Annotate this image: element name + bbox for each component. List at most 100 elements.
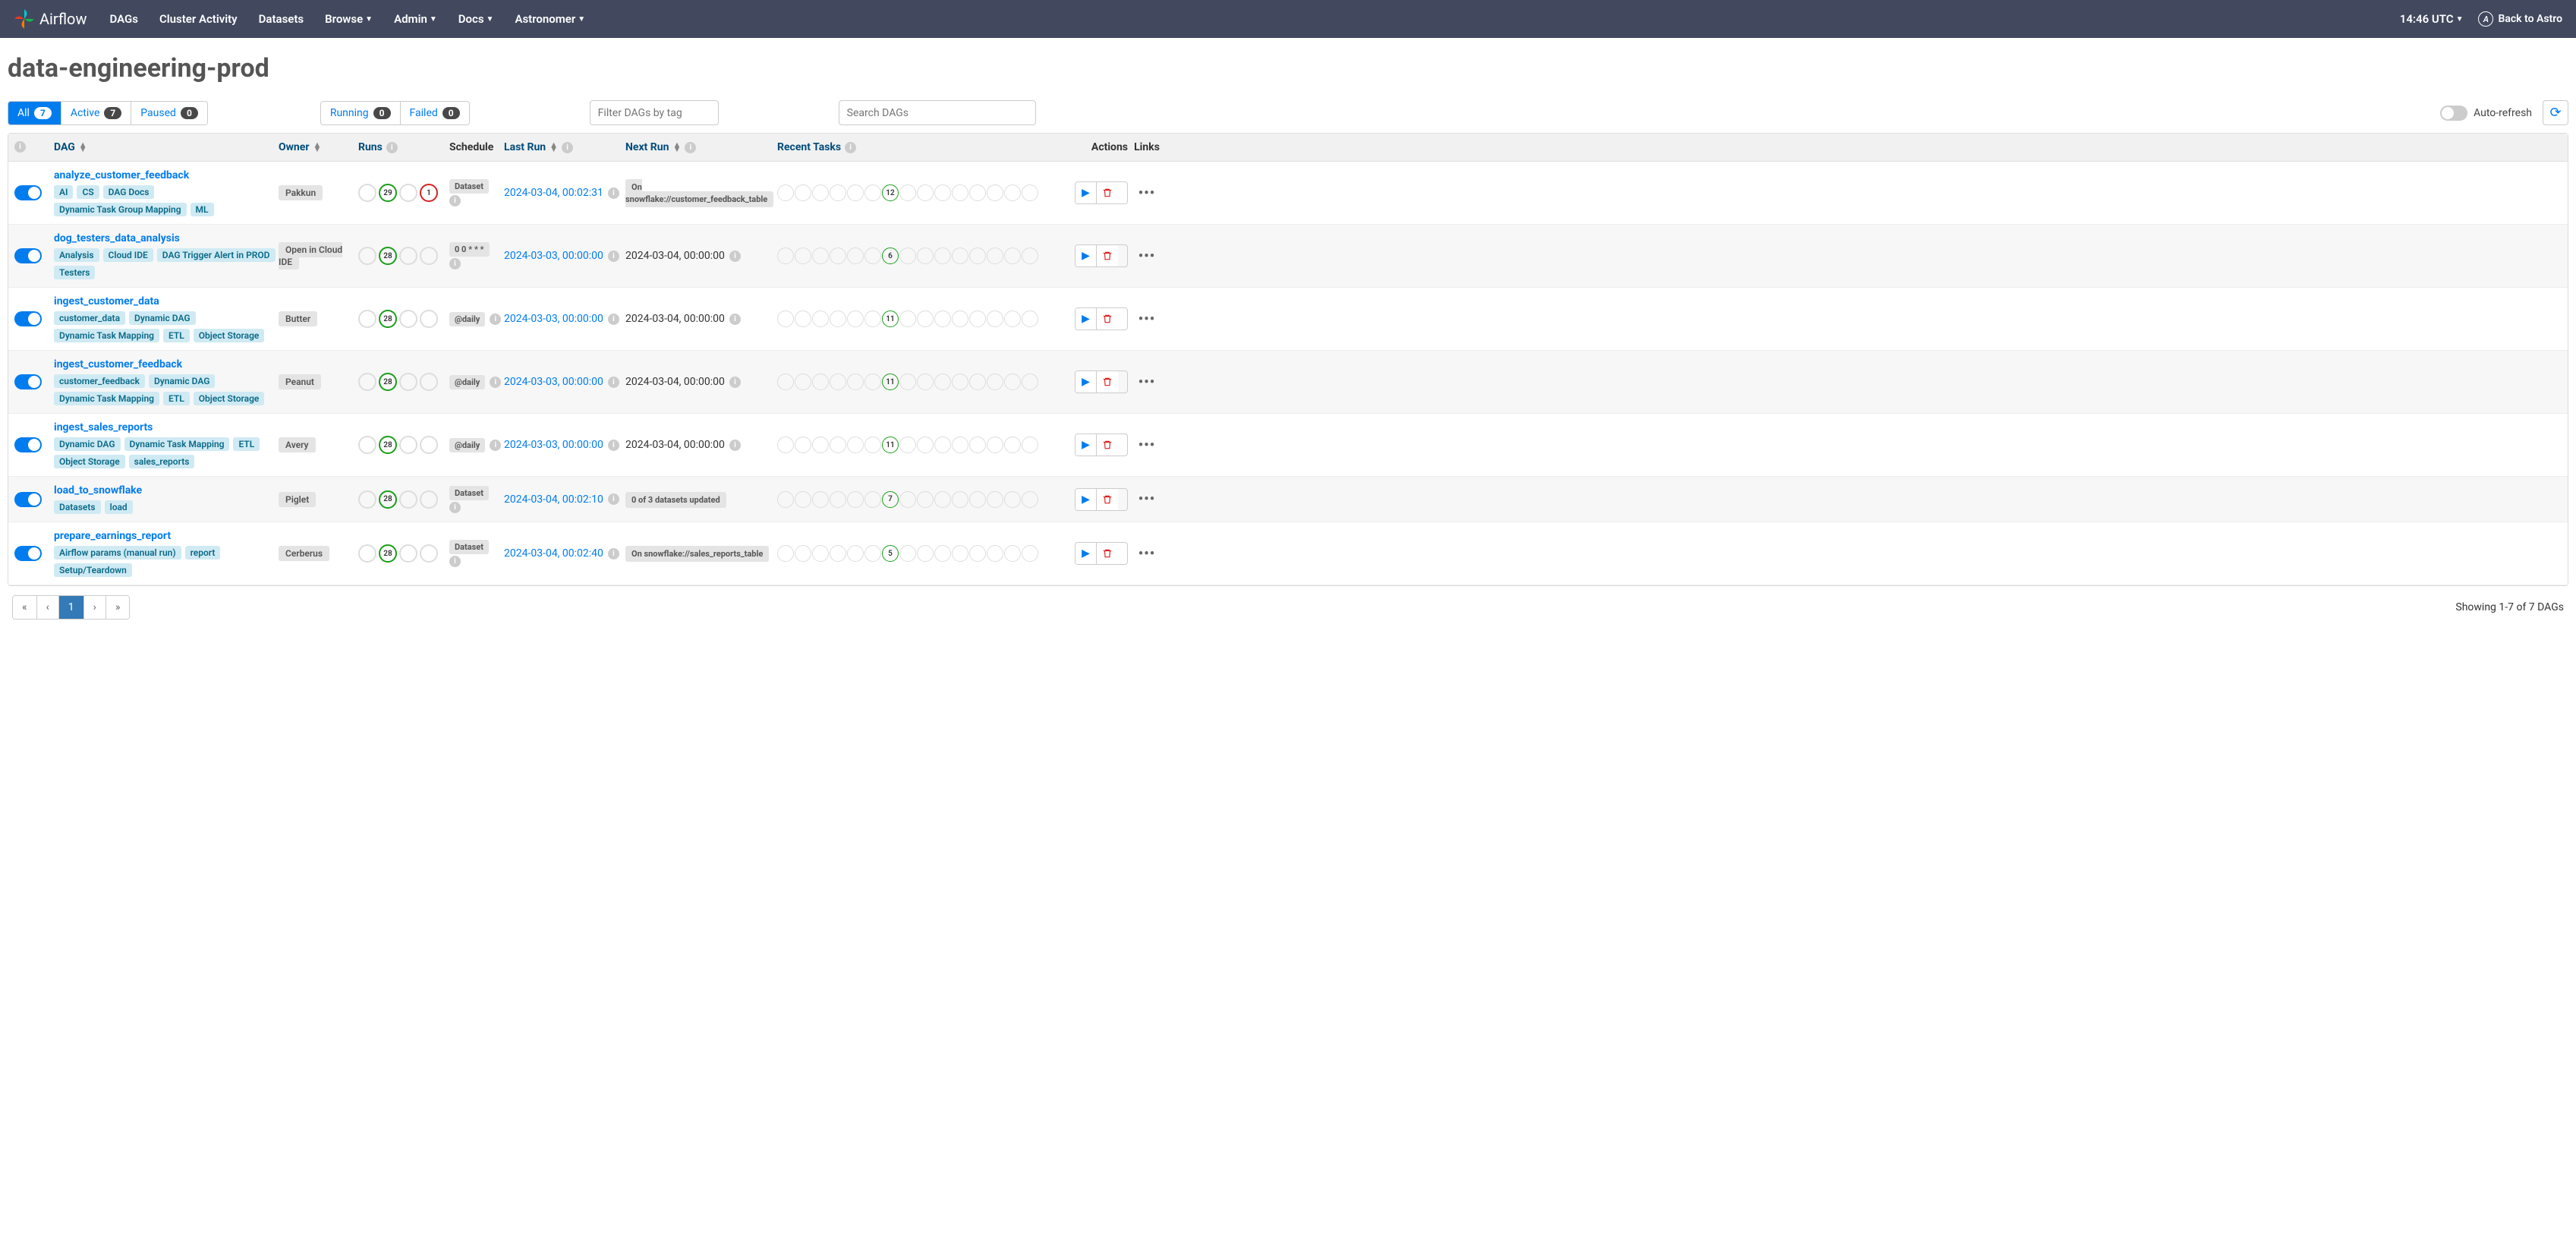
info-icon[interactable]: i [729, 314, 741, 325]
task-circle[interactable] [777, 545, 794, 562]
tag[interactable]: CS [77, 185, 99, 199]
last-run-time[interactable]: 2024-03-04, 00:02:10 [504, 493, 603, 506]
links-menu[interactable]: ••• [1128, 185, 1166, 201]
task-circle[interactable] [864, 437, 881, 453]
task-circle[interactable] [1004, 374, 1021, 390]
task-circle[interactable] [1022, 437, 1038, 453]
owner-badge[interactable]: Piglet [279, 492, 316, 507]
dag-toggle[interactable] [14, 248, 42, 263]
task-circle[interactable] [934, 374, 951, 390]
tag[interactable]: Analysis [54, 248, 99, 262]
tag[interactable]: Cloud IDE [103, 248, 153, 262]
task-circle[interactable] [812, 184, 829, 201]
nav-astronomer[interactable]: Astronomer▼ [515, 12, 585, 26]
task-circle[interactable]: 6 [882, 247, 899, 264]
last-run-time[interactable]: 2024-03-03, 00:00:00 [504, 376, 603, 388]
tag[interactable]: Dynamic Task Group Mapping [54, 203, 187, 216]
last-run-time[interactable]: 2024-03-03, 00:00:00 [504, 439, 603, 451]
schedule-badge[interactable]: Dataset [449, 486, 489, 500]
task-circle[interactable] [917, 545, 934, 562]
task-circle[interactable] [830, 247, 846, 264]
schedule-badge[interactable]: 0 0 * * * [449, 242, 490, 257]
task-circle[interactable]: 11 [882, 311, 899, 327]
dag-toggle[interactable] [14, 546, 42, 561]
schedule-badge[interactable]: @daily [449, 375, 485, 389]
page-next[interactable]: › [84, 596, 106, 619]
task-circle[interactable] [812, 491, 829, 508]
info-icon[interactable]: i [490, 440, 501, 451]
task-circle[interactable] [864, 545, 881, 562]
delete-button[interactable] [1097, 489, 1118, 510]
task-circle[interactable] [987, 247, 1003, 264]
run-none[interactable] [358, 247, 376, 265]
run-running[interactable] [399, 544, 417, 563]
task-circle[interactable] [899, 437, 916, 453]
task-circle[interactable] [969, 311, 986, 327]
task-circle[interactable] [795, 247, 811, 264]
airflow-logo[interactable]: Airflow [14, 8, 87, 30]
task-circle[interactable] [864, 311, 881, 327]
run-empty[interactable] [420, 310, 438, 328]
info-icon[interactable]: i [608, 493, 619, 505]
owner-badge[interactable]: Cerberus [279, 546, 329, 561]
info-icon[interactable]: i [729, 440, 741, 451]
dag-toggle[interactable] [14, 185, 42, 200]
tag[interactable]: load [105, 500, 133, 514]
tag[interactable]: Dynamic DAG [54, 437, 121, 451]
schedule-badge[interactable]: @daily [449, 438, 485, 452]
task-circle[interactable] [812, 247, 829, 264]
next-run-badge[interactable]: 0 of 3 datasets updated [625, 492, 726, 508]
run-empty[interactable] [420, 490, 438, 509]
info-icon[interactable]: i [608, 188, 619, 199]
task-circle[interactable] [952, 491, 968, 508]
task-circle[interactable]: 11 [882, 437, 899, 453]
trigger-button[interactable]: ▶ [1075, 182, 1097, 203]
task-circle[interactable] [812, 437, 829, 453]
task-circle[interactable] [917, 311, 934, 327]
task-circle[interactable] [847, 374, 864, 390]
schedule-badge[interactable]: Dataset [449, 179, 489, 194]
run-running[interactable] [399, 184, 417, 202]
tag[interactable]: customer_data [54, 311, 125, 325]
nav-browse[interactable]: Browse▼ [325, 12, 373, 26]
task-circle[interactable] [987, 545, 1003, 562]
task-circle[interactable] [1022, 247, 1038, 264]
task-circle[interactable] [987, 374, 1003, 390]
task-circle[interactable] [1022, 374, 1038, 390]
nav-datasets[interactable]: Datasets [259, 12, 304, 26]
run-success[interactable]: 28 [379, 544, 397, 563]
dag-link[interactable]: dog_testers_data_analysis [54, 232, 279, 244]
run-success[interactable]: 28 [379, 436, 397, 454]
owner-badge[interactable]: Avery [279, 437, 316, 452]
tag[interactable]: ML [191, 203, 214, 216]
nav-cluster-activity[interactable]: Cluster Activity [159, 12, 238, 26]
links-menu[interactable]: ••• [1128, 437, 1166, 453]
info-icon[interactable]: i [449, 556, 461, 567]
run-none[interactable] [358, 310, 376, 328]
task-circle[interactable] [812, 311, 829, 327]
task-circle[interactable] [1022, 545, 1038, 562]
run-none[interactable] [358, 436, 376, 454]
task-circle[interactable] [830, 374, 846, 390]
delete-button[interactable] [1097, 308, 1118, 329]
delete-button[interactable] [1097, 245, 1118, 266]
search-dags-input[interactable] [839, 100, 1036, 125]
run-fail[interactable]: 1 [420, 184, 438, 202]
task-circle[interactable] [1022, 184, 1038, 201]
tag[interactable]: Datasets [54, 500, 101, 514]
task-circle[interactable] [987, 311, 1003, 327]
owner-badge[interactable]: Open in Cloud IDE [279, 242, 342, 270]
task-circle[interactable] [969, 374, 986, 390]
dag-toggle[interactable] [14, 311, 42, 326]
run-none[interactable] [358, 184, 376, 202]
info-icon[interactable]: i [14, 141, 26, 153]
page-prev[interactable]: ‹ [37, 596, 59, 619]
task-circle[interactable] [1004, 311, 1021, 327]
task-circle[interactable] [899, 545, 916, 562]
auto-refresh-toggle[interactable] [2440, 106, 2467, 121]
page-1[interactable]: 1 [59, 596, 84, 619]
run-success[interactable]: 28 [379, 247, 397, 265]
trigger-button[interactable]: ▶ [1075, 434, 1097, 456]
run-running[interactable] [399, 310, 417, 328]
page-last[interactable]: » [106, 596, 130, 619]
